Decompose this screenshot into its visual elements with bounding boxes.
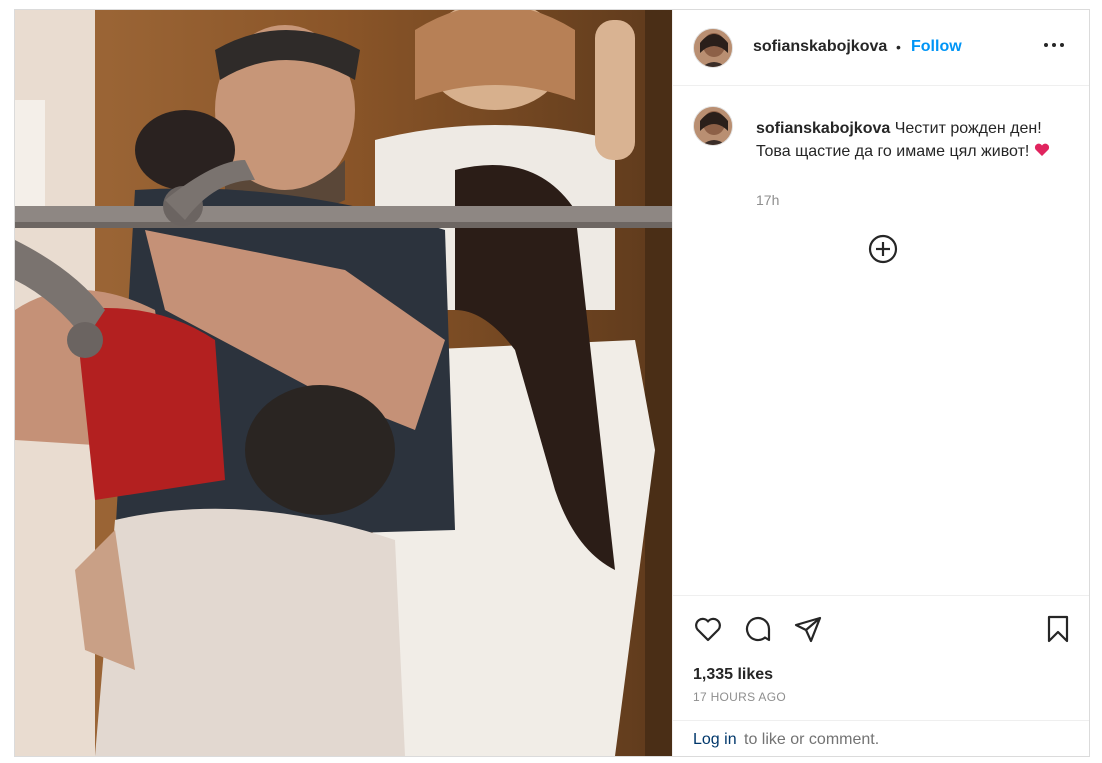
login-suffix: to like or comment. bbox=[744, 731, 880, 748]
login-link[interactable]: Log in bbox=[693, 731, 737, 749]
follow-button[interactable]: Follow bbox=[911, 38, 962, 56]
avatar-image bbox=[694, 29, 732, 67]
instagram-embed-card: sofianskabojkova • Follow sofianskabojko… bbox=[14, 9, 1090, 757]
caption-avatar[interactable] bbox=[693, 106, 733, 146]
add-circle-icon[interactable] bbox=[867, 233, 899, 265]
login-prompt: Log in to like or comment. bbox=[673, 720, 1089, 757]
likes-count[interactable]: 1,335 likes bbox=[693, 666, 773, 684]
avatar-image bbox=[694, 107, 732, 145]
red-heart-icon bbox=[1034, 143, 1049, 156]
post-date: 17 HOURS AGO bbox=[693, 690, 786, 704]
post-actions: 1,335 likes 17 HOURS AGO bbox=[673, 595, 1089, 721]
separator-dot: • bbox=[896, 39, 901, 55]
post-photo[interactable] bbox=[15, 10, 672, 756]
comment-icon[interactable] bbox=[743, 614, 773, 644]
post-caption: sofianskabojkova Честит рожден ден! Това… bbox=[756, 117, 1056, 163]
more-options-icon[interactable] bbox=[1043, 34, 1065, 56]
avatar[interactable] bbox=[693, 28, 733, 68]
post-sidebar: sofianskabojkova • Follow sofianskabojko… bbox=[672, 10, 1089, 756]
share-icon[interactable] bbox=[793, 614, 823, 644]
username[interactable]: sofianskabojkova bbox=[753, 38, 887, 56]
bookmark-icon[interactable] bbox=[1043, 614, 1073, 644]
post-header: sofianskabojkova • Follow bbox=[673, 10, 1089, 86]
family-mirror-photo bbox=[15, 10, 672, 756]
caption-username[interactable]: sofianskabojkova bbox=[756, 120, 890, 137]
time-ago: 17h bbox=[756, 192, 780, 208]
heart-icon[interactable] bbox=[693, 614, 723, 644]
